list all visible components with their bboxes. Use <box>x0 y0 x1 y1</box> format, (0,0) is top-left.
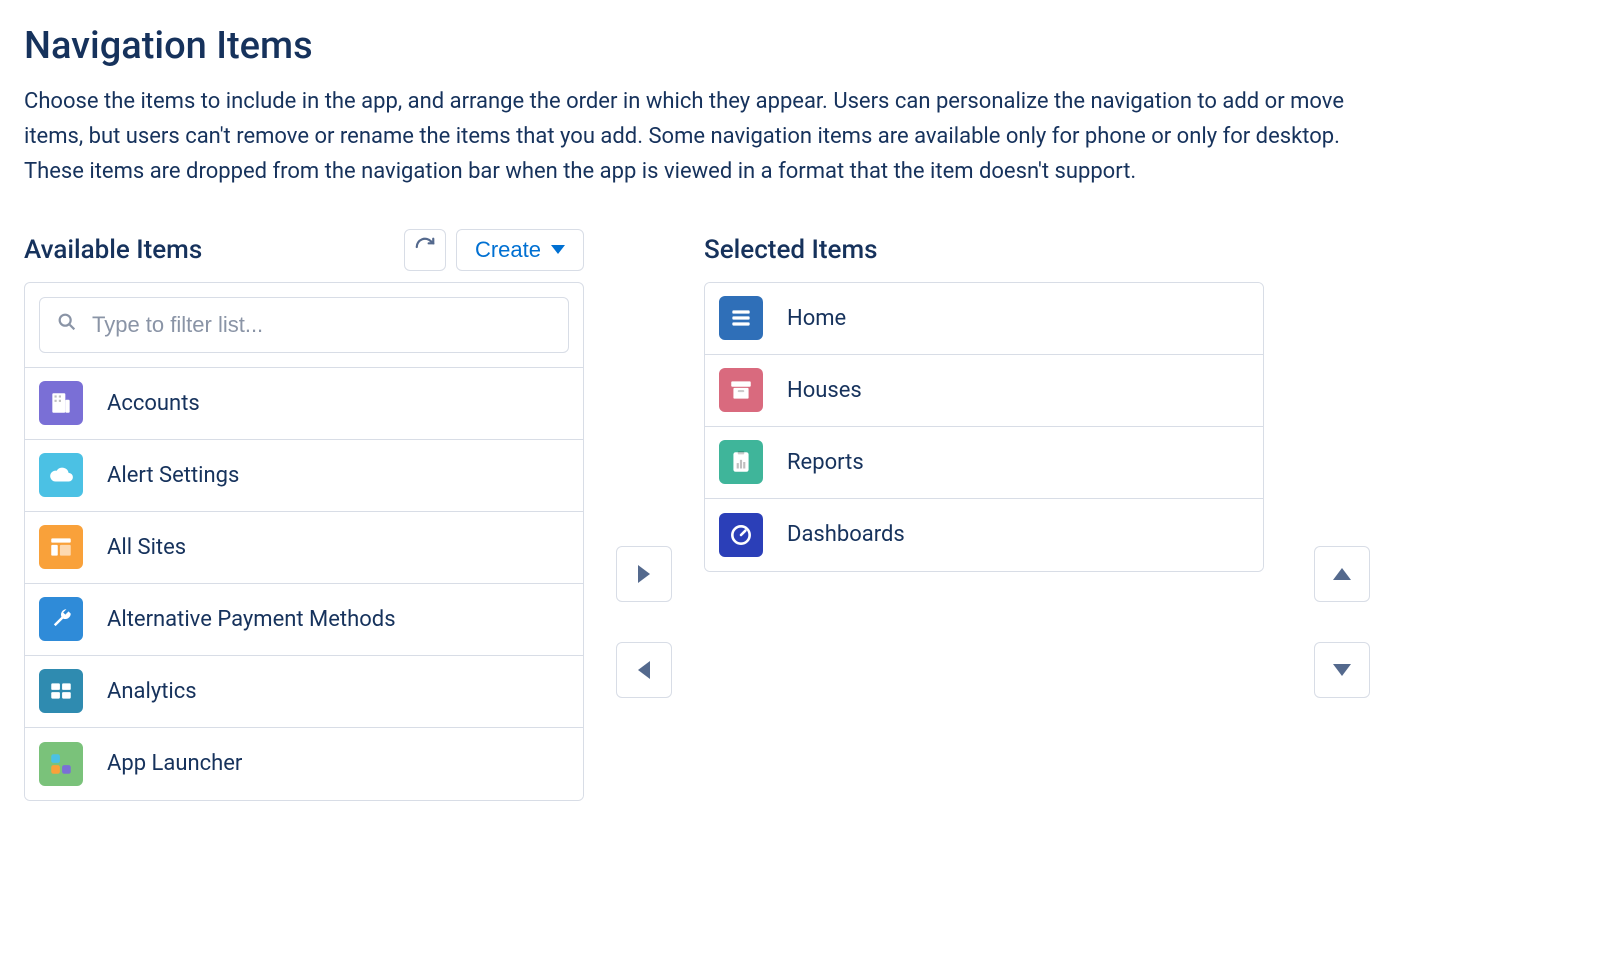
available-listbox: Accounts Alert Settings All Sites Alternati… <box>24 282 584 801</box>
list-item[interactable]: Houses <box>705 355 1263 427</box>
selected-title: Selected Items <box>704 235 877 265</box>
list-item-label: Home <box>787 306 846 331</box>
refresh-button[interactable] <box>404 229 446 271</box>
gauge-icon <box>719 513 763 557</box>
list-item-label: All Sites <box>107 535 186 560</box>
create-label: Create <box>475 237 541 263</box>
list-item[interactable]: Dashboards <box>705 499 1263 571</box>
refresh-icon <box>414 236 436 264</box>
list-item[interactable]: Home <box>705 283 1263 355</box>
chevron-right-icon <box>638 565 650 583</box>
list-item-label: App Launcher <box>107 751 242 776</box>
list-item[interactable]: Accounts <box>25 368 583 440</box>
list-item-label: Alternative Payment Methods <box>107 607 396 632</box>
available-title: Available Items <box>24 235 202 265</box>
grid4-icon <box>39 742 83 786</box>
filter-field[interactable] <box>39 297 569 353</box>
wrench-icon <box>39 597 83 641</box>
move-right-button[interactable] <box>616 546 672 602</box>
chevron-down-icon <box>1333 664 1351 676</box>
list-item-label: Analytics <box>107 679 197 704</box>
list-item[interactable]: Alternative Payment Methods <box>25 584 583 656</box>
move-left-button[interactable] <box>616 642 672 698</box>
page-description: Choose the items to include in the app, … <box>24 84 1384 190</box>
selected-listbox: Home Houses Reports Dashboards <box>704 282 1264 572</box>
chevron-up-icon <box>1333 568 1351 580</box>
list-item-label: Dashboards <box>787 522 905 547</box>
layout-icon <box>39 525 83 569</box>
page-title: Navigation Items <box>24 24 1576 68</box>
archive-icon <box>719 368 763 412</box>
create-button[interactable]: Create <box>456 229 584 271</box>
cards-icon <box>39 669 83 713</box>
lines-icon <box>719 296 763 340</box>
filter-input[interactable] <box>90 311 552 339</box>
list-item[interactable]: Alert Settings <box>25 440 583 512</box>
cloud-icon <box>39 453 83 497</box>
list-item-label: Accounts <box>107 391 200 416</box>
move-up-button[interactable] <box>1314 546 1370 602</box>
chevron-down-icon <box>551 245 565 254</box>
list-item[interactable]: Reports <box>705 427 1263 499</box>
clipchart-icon <box>719 440 763 484</box>
list-item[interactable]: App Launcher <box>25 728 583 800</box>
chevron-left-icon <box>638 661 650 679</box>
list-item-label: Reports <box>787 450 864 475</box>
list-item[interactable]: Analytics <box>25 656 583 728</box>
move-down-button[interactable] <box>1314 642 1370 698</box>
list-item[interactable]: All Sites <box>25 512 583 584</box>
building-icon <box>39 381 83 425</box>
list-item-label: Alert Settings <box>107 463 239 488</box>
list-item-label: Houses <box>787 378 862 403</box>
search-icon <box>56 311 78 339</box>
